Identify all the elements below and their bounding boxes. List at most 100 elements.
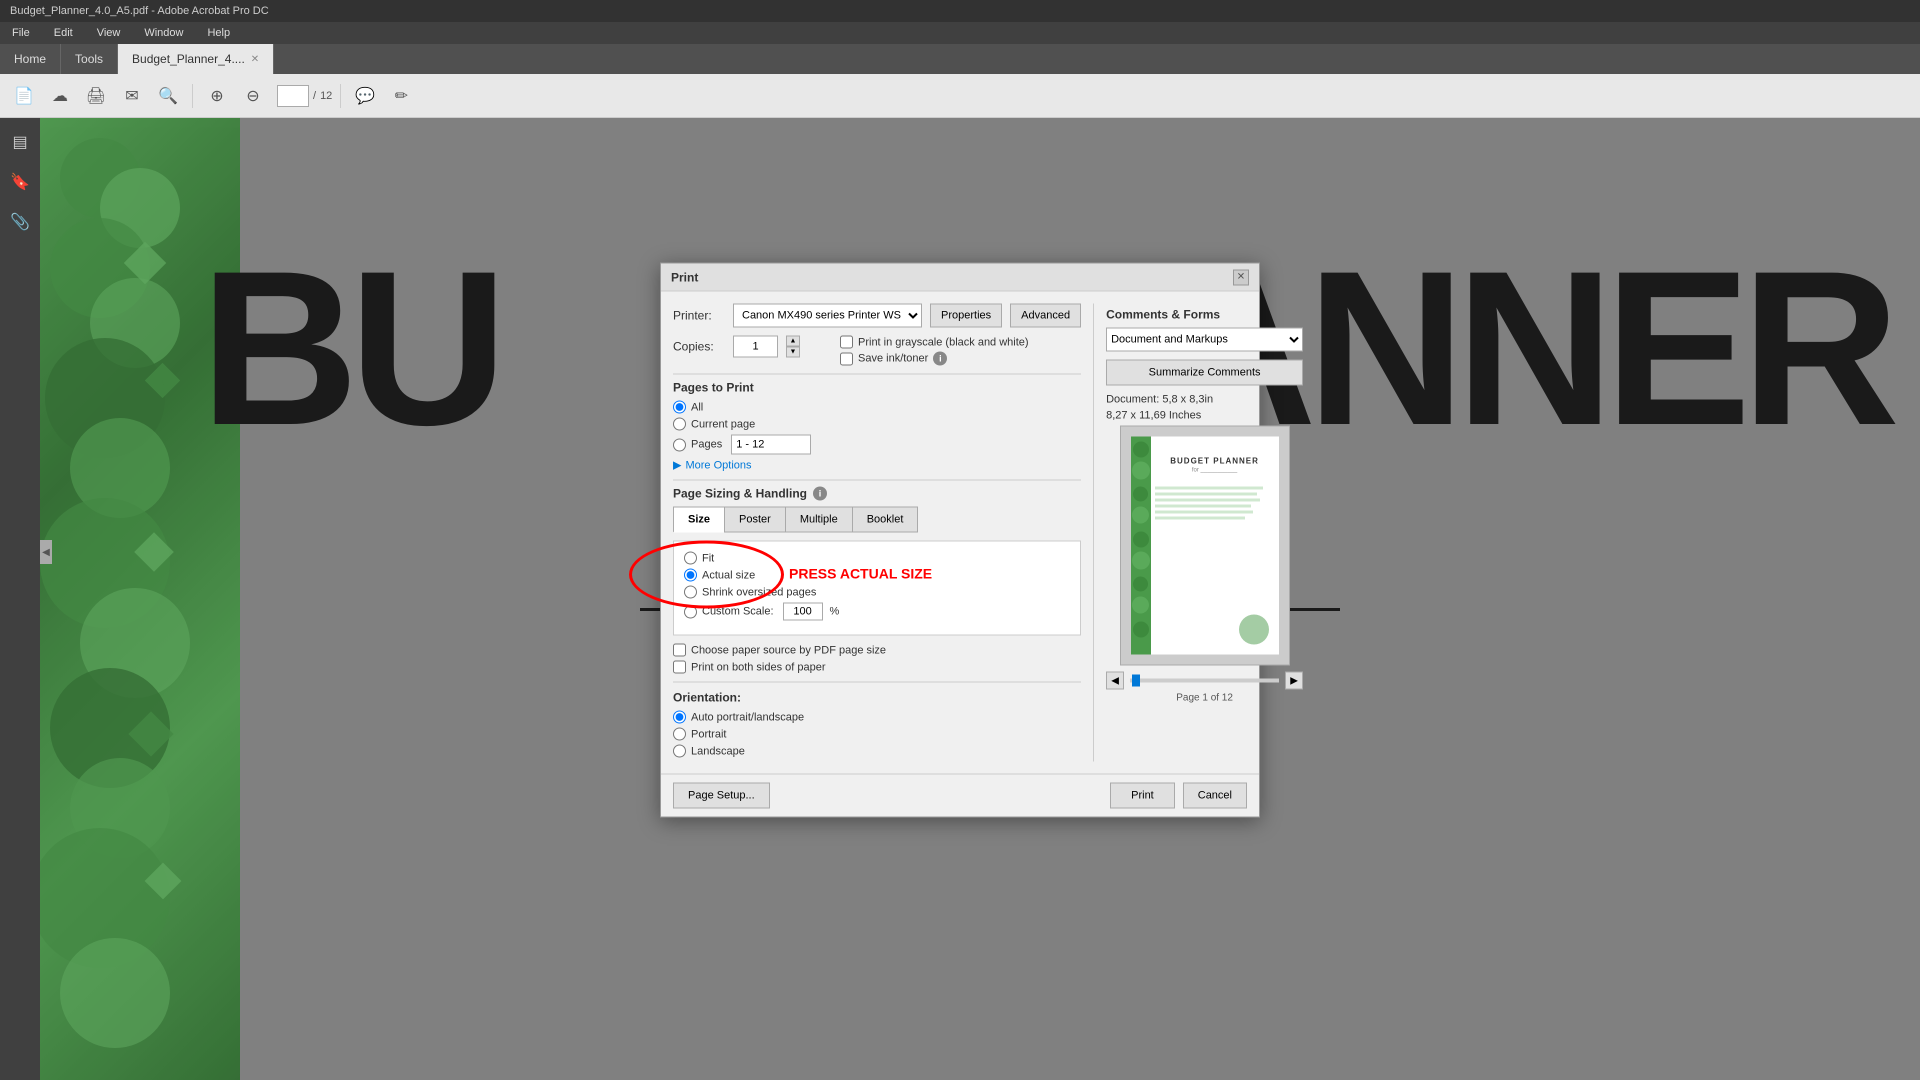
preview-title-area: BUDGET PLANNER for ___________ bbox=[1155, 457, 1275, 474]
print-both-sides-row: Print on both sides of paper bbox=[673, 661, 1081, 674]
current-page-row: Current page bbox=[673, 418, 1081, 431]
print-both-sides-label: Print on both sides of paper bbox=[691, 661, 826, 673]
printer-row: Printer: Canon MX490 series Printer WS P… bbox=[673, 304, 1081, 328]
footer-right: Print Cancel bbox=[1110, 783, 1247, 809]
portrait-label: Portrait bbox=[691, 728, 726, 740]
orientation-header: Orientation: bbox=[673, 691, 1081, 705]
more-options-label: More Options bbox=[685, 459, 751, 471]
print-dialog: Print ✕ Printer: Canon MX490 series Prin… bbox=[660, 263, 1260, 818]
current-page-label: Current page bbox=[691, 418, 755, 430]
preview-prev-button[interactable]: ◀ bbox=[1106, 672, 1124, 690]
copies-label: Copies: bbox=[673, 340, 725, 354]
dialog-right-column: Comments & Forms Document and Markups Su… bbox=[1093, 304, 1303, 762]
copies-input[interactable] bbox=[733, 336, 778, 358]
preview-nav: ◀ ▶ bbox=[1106, 672, 1303, 690]
dialog-title: Print bbox=[671, 270, 698, 284]
dialog-close-button[interactable]: ✕ bbox=[1233, 269, 1249, 285]
dialog-footer: Page Setup... Print Cancel bbox=[661, 774, 1259, 817]
page-setup-button[interactable]: Page Setup... bbox=[673, 783, 770, 809]
cancel-dialog-button[interactable]: Cancel bbox=[1183, 783, 1247, 809]
actual-size-label: Actual size bbox=[702, 569, 755, 581]
pages-range-input[interactable] bbox=[731, 435, 811, 455]
print-both-sides-checkbox[interactable] bbox=[673, 661, 686, 674]
comments-select[interactable]: Document and Markups bbox=[1106, 328, 1303, 352]
printer-select[interactable]: Canon MX490 series Printer WS bbox=[733, 304, 922, 328]
copies-row: Copies: ▲ ▼ bbox=[673, 336, 800, 358]
choose-paper-label: Choose paper source by PDF page size bbox=[691, 644, 886, 656]
grayscale-row: Print in grayscale (black and white) bbox=[840, 336, 1029, 349]
advanced-button[interactable]: Advanced bbox=[1010, 304, 1081, 328]
pages-to-print-header: Pages to Print bbox=[673, 381, 1081, 395]
shrink-oversized-radio[interactable] bbox=[684, 586, 697, 599]
sizing-options: Fit Actual size PRESS ACTUAL SIZE bbox=[673, 541, 1081, 636]
portrait-radio[interactable] bbox=[673, 728, 686, 741]
fit-label: Fit bbox=[702, 552, 714, 564]
press-actual-size-text: PRESS ACTUAL SIZE bbox=[789, 566, 932, 582]
preview-title-for: for ___________ bbox=[1155, 468, 1275, 474]
auto-orient-label: Auto portrait/landscape bbox=[691, 711, 804, 723]
custom-scale-radio[interactable] bbox=[684, 605, 697, 618]
preview-slider-thumb bbox=[1132, 675, 1140, 687]
print-dialog-button[interactable]: Print bbox=[1110, 783, 1175, 809]
more-options-arrow: ▶ bbox=[673, 459, 681, 472]
save-ink-checkbox[interactable] bbox=[840, 352, 853, 365]
actual-size-row: Actual size PRESS ACTUAL SIZE bbox=[684, 569, 1070, 582]
preview-title-main: BUDGET PLANNER bbox=[1155, 457, 1275, 466]
fit-row: Fit bbox=[684, 552, 1070, 565]
dialog-title-bar: Print ✕ bbox=[661, 264, 1259, 292]
sizing-tabs: Size Poster Multiple Booklet bbox=[673, 507, 1081, 533]
custom-scale-label: Custom Scale: bbox=[702, 606, 774, 618]
properties-button[interactable]: Properties bbox=[930, 304, 1002, 328]
landscape-label: Landscape bbox=[691, 745, 745, 757]
copies-down[interactable]: ▼ bbox=[786, 347, 800, 358]
all-pages-label: All bbox=[691, 401, 703, 413]
page-sizing-header: Page Sizing & Handling i bbox=[673, 487, 1081, 501]
save-ink-row: Save ink/toner i bbox=[840, 352, 1029, 366]
page-sizing-info-icon[interactable]: i bbox=[813, 487, 827, 501]
comments-forms-header: Comments & Forms bbox=[1106, 308, 1303, 322]
divider-3 bbox=[673, 682, 1081, 683]
copies-up[interactable]: ▲ bbox=[786, 336, 800, 347]
save-ink-label: Save ink/toner bbox=[858, 353, 928, 365]
page-sizing-section: Page Sizing & Handling i Size Poster Mul… bbox=[673, 487, 1081, 674]
printer-label: Printer: bbox=[673, 309, 725, 323]
pages-to-print-section: Pages to Print All Current page Pages bbox=[673, 381, 1081, 472]
save-ink-info-icon[interactable]: i bbox=[933, 352, 947, 366]
landscape-row: Landscape bbox=[673, 745, 1081, 758]
divider-1 bbox=[673, 374, 1081, 375]
copies-options-row: Copies: ▲ ▼ Print in grayscale (black an… bbox=[673, 336, 1081, 366]
sizing-options-wrapper: Fit Actual size PRESS ACTUAL SIZE bbox=[673, 541, 1081, 674]
choose-paper-checkbox[interactable] bbox=[673, 644, 686, 657]
dialog-body: Printer: Canon MX490 series Printer WS P… bbox=[661, 292, 1259, 774]
portrait-row: Portrait bbox=[673, 728, 1081, 741]
print-options: Print in grayscale (black and white) Sav… bbox=[840, 336, 1029, 366]
preview-next-button[interactable]: ▶ bbox=[1285, 672, 1303, 690]
summarize-comments-button[interactable]: Summarize Comments bbox=[1106, 360, 1303, 386]
copies-spinner: ▲ ▼ bbox=[786, 336, 800, 358]
auto-orient-row: Auto portrait/landscape bbox=[673, 711, 1081, 724]
actual-size-radio[interactable] bbox=[684, 569, 697, 582]
doc-info-label: Document: 5,8 x 8,3in bbox=[1106, 394, 1303, 406]
tab-size[interactable]: Size bbox=[673, 507, 724, 533]
pages-range-radio[interactable] bbox=[673, 438, 686, 451]
fit-radio[interactable] bbox=[684, 552, 697, 565]
tab-poster[interactable]: Poster bbox=[724, 507, 785, 533]
grayscale-checkbox[interactable] bbox=[840, 336, 853, 349]
custom-scale-row: Custom Scale: % bbox=[684, 603, 1070, 621]
all-pages-radio[interactable] bbox=[673, 401, 686, 414]
grayscale-label: Print in grayscale (black and white) bbox=[858, 336, 1029, 348]
more-options-row[interactable]: ▶ More Options bbox=[673, 459, 1081, 472]
auto-orient-radio[interactable] bbox=[673, 711, 686, 724]
custom-scale-input[interactable] bbox=[783, 603, 823, 621]
preview-slider[interactable] bbox=[1130, 679, 1279, 683]
all-pages-row: All bbox=[673, 401, 1081, 414]
landscape-radio[interactable] bbox=[673, 745, 686, 758]
preview-page-label: Page 1 of 12 bbox=[1106, 693, 1303, 704]
current-page-radio[interactable] bbox=[673, 418, 686, 431]
shrink-oversized-row: Shrink oversized pages bbox=[684, 586, 1070, 599]
page-size-label: 8,27 x 11,69 Inches bbox=[1106, 410, 1303, 422]
tab-booklet[interactable]: Booklet bbox=[852, 507, 919, 533]
divider-2 bbox=[673, 480, 1081, 481]
preview-green-strip bbox=[1131, 437, 1151, 655]
tab-multiple[interactable]: Multiple bbox=[785, 507, 852, 533]
